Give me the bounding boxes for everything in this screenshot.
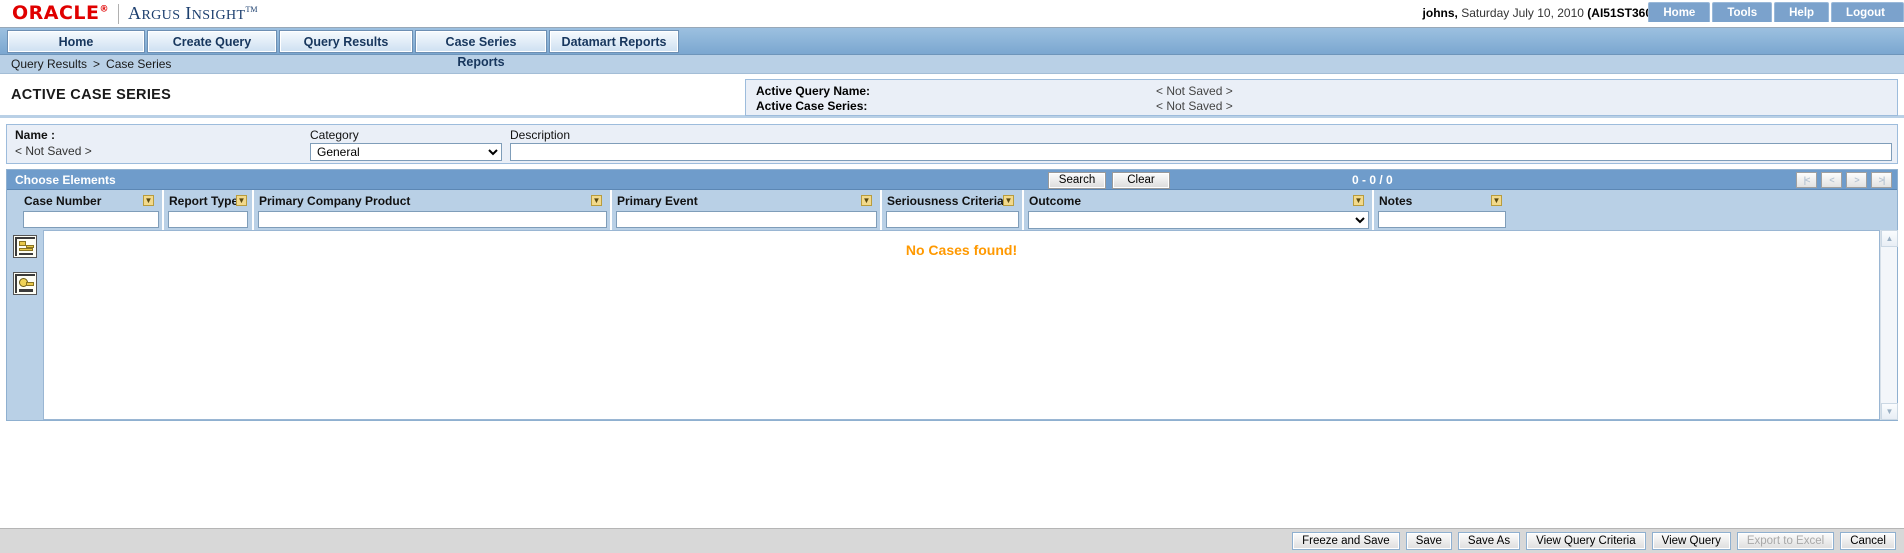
column-label: Outcome xyxy=(1029,194,1082,208)
filter-input-seriousness-criteria[interactable] xyxy=(886,211,1019,228)
column-outcome: Outcome ▼ xyxy=(1024,190,1374,230)
nav-tab-datamart-reports[interactable]: Datamart Reports xyxy=(549,29,679,53)
column-filter-arrow-icon[interactable]: ▼ xyxy=(1003,195,1014,206)
description-input[interactable] xyxy=(510,143,1892,161)
column-label: Primary Company Product xyxy=(259,194,411,208)
column-label: Seriousness Criteria xyxy=(887,194,1004,208)
column-filter-arrow-icon[interactable]: ▼ xyxy=(1353,195,1364,206)
column-report-type: Report Type ▼ xyxy=(164,190,254,230)
row-tools-sidebar xyxy=(7,230,43,420)
pager-prev[interactable]: < xyxy=(1821,172,1842,188)
nav-tab-create-query[interactable]: Create Query xyxy=(147,29,277,53)
choose-elements-panel: Choose Elements Search Clear 0 - 0 / 0 |… xyxy=(6,169,1898,421)
column-primary-event: Primary Event ▼ xyxy=(612,190,882,230)
active-query-panel: Active Query Name: < Not Saved > Active … xyxy=(745,79,1898,116)
search-button[interactable]: Search xyxy=(1048,172,1106,189)
pager-first[interactable]: |< xyxy=(1796,172,1817,188)
category-select[interactable]: General xyxy=(310,143,502,161)
column-notes: Notes ▼ xyxy=(1374,190,1512,230)
argus-insight-page: ORACLE® ARGUS INSIGHTTM johns, Saturday … xyxy=(0,0,1904,553)
nav-tab-home[interactable]: Home xyxy=(7,29,145,53)
remove-from-case-series-icon[interactable] xyxy=(13,272,37,295)
category-label: Category xyxy=(310,128,359,142)
name-label: Name : xyxy=(15,128,56,142)
breadcrumb: Query Results > Case Series xyxy=(0,55,1904,74)
choose-elements-header: Choose Elements Search Clear 0 - 0 / 0 |… xyxy=(7,170,1897,190)
results-pane: No Cases found! xyxy=(43,230,1880,420)
filter-input-report-type[interactable] xyxy=(168,211,248,228)
column-filter-arrow-icon[interactable]: ▼ xyxy=(236,195,247,206)
breadcrumb-separator: > xyxy=(93,57,101,71)
column-filter-arrow-icon[interactable]: ▼ xyxy=(143,195,154,206)
name-value: < Not Saved > xyxy=(15,144,92,158)
breadcrumb-query-results[interactable]: Query Results xyxy=(11,57,87,71)
clear-button[interactable]: Clear xyxy=(1112,172,1170,189)
user-session-info: johns, Saturday July 10, 2010 (AI51ST360… xyxy=(1423,6,1656,20)
active-query-name-row: Active Query Name: < Not Saved > xyxy=(756,83,1897,98)
cancel-button[interactable]: Cancel xyxy=(1840,532,1896,550)
filter-input-primary-event[interactable] xyxy=(616,211,877,228)
column-label: Case Number xyxy=(24,194,102,208)
nav-tab-case-series-reports[interactable]: Case Series Reports xyxy=(415,29,547,69)
top-link-logout[interactable]: Logout xyxy=(1831,2,1904,22)
main-navigation: Home Create Query Query Results Case Ser… xyxy=(0,28,1904,69)
save-button[interactable]: Save xyxy=(1405,532,1452,550)
top-links: Home Tools Help Logout xyxy=(1648,2,1904,24)
active-query-name-label: Active Query Name: xyxy=(756,83,871,98)
oracle-logo: ORACLE® xyxy=(12,2,110,24)
session-date: Saturday July 10, 2010 xyxy=(1457,6,1588,20)
nav-tab-query-results[interactable]: Query Results xyxy=(279,29,413,53)
case-series-form: Name : < Not Saved > Category General De… xyxy=(6,124,1898,164)
session-id: (AI51ST360) xyxy=(1587,6,1656,20)
column-header-row: Case Number ▼ Report Type ▼ Primary Comp… xyxy=(7,190,1897,230)
record-count: 0 - 0 / 0 xyxy=(1352,173,1393,187)
active-case-series-row: Active Case Series: < Not Saved > xyxy=(756,98,1897,113)
results-body: No Cases found! ▲ ▼ xyxy=(7,230,1898,420)
active-case-series-label: Active Case Series: xyxy=(756,98,868,113)
column-label: Report Type xyxy=(169,194,239,208)
active-query-name-value: < Not Saved > xyxy=(1156,83,1233,98)
footer-action-bar: Freeze and Save Save Save As View Query … xyxy=(0,528,1904,553)
breadcrumb-case-series: Case Series xyxy=(106,57,172,71)
pager-last[interactable]: >| xyxy=(1871,172,1892,188)
description-label: Description xyxy=(510,128,571,142)
column-case-number: Case Number ▼ xyxy=(19,190,164,230)
filter-input-primary-company-product[interactable] xyxy=(258,211,607,228)
save-as-button[interactable]: Save As xyxy=(1457,532,1521,550)
top-link-help[interactable]: Help xyxy=(1774,2,1830,22)
pager: |< < > >| xyxy=(1796,172,1892,188)
pager-next[interactable]: > xyxy=(1846,172,1867,188)
top-link-home[interactable]: Home xyxy=(1648,2,1711,22)
active-case-series-value: < Not Saved > xyxy=(1156,98,1233,113)
product-name: ARGUS INSIGHTTM xyxy=(128,3,258,23)
freeze-and-save-button[interactable]: Freeze and Save xyxy=(1292,532,1400,550)
column-label: Notes xyxy=(1379,194,1413,208)
filter-select-outcome[interactable] xyxy=(1028,211,1369,229)
filter-input-notes[interactable] xyxy=(1378,211,1506,228)
filter-input-case-number[interactable] xyxy=(23,211,159,228)
view-query-criteria-button[interactable]: View Query Criteria xyxy=(1526,532,1646,550)
scroll-up-icon[interactable]: ▲ xyxy=(1881,230,1898,247)
column-filter-arrow-icon[interactable]: ▼ xyxy=(861,195,872,206)
column-filter-arrow-icon[interactable]: ▼ xyxy=(1491,195,1502,206)
add-to-case-series-icon[interactable] xyxy=(13,235,37,258)
column-label: Primary Event xyxy=(617,194,698,208)
column-primary-company-product: Primary Company Product ▼ xyxy=(254,190,612,230)
column-filter-arrow-icon[interactable]: ▼ xyxy=(591,195,602,206)
export-to-excel-button: Export to Excel xyxy=(1736,532,1835,550)
column-seriousness-criteria: Seriousness Criteria ▼ xyxy=(882,190,1024,230)
user-name: johns, xyxy=(1422,6,1458,20)
top-link-tools[interactable]: Tools xyxy=(1712,2,1773,22)
page-title: ACTIVE CASE SERIES xyxy=(11,86,172,103)
brand-bar: ORACLE® ARGUS INSIGHTTM johns, Saturday … xyxy=(0,0,1904,28)
page-title-row: ACTIVE CASE SERIES Active Query Name: < … xyxy=(0,74,1904,118)
results-vertical-scrollbar[interactable]: ▲ ▼ xyxy=(1880,230,1898,420)
view-query-button[interactable]: View Query xyxy=(1651,532,1731,550)
scroll-down-icon[interactable]: ▼ xyxy=(1881,403,1898,420)
no-cases-message: No Cases found! xyxy=(905,242,1018,258)
brand-divider xyxy=(118,3,120,24)
choose-elements-title: Choose Elements xyxy=(15,172,116,187)
